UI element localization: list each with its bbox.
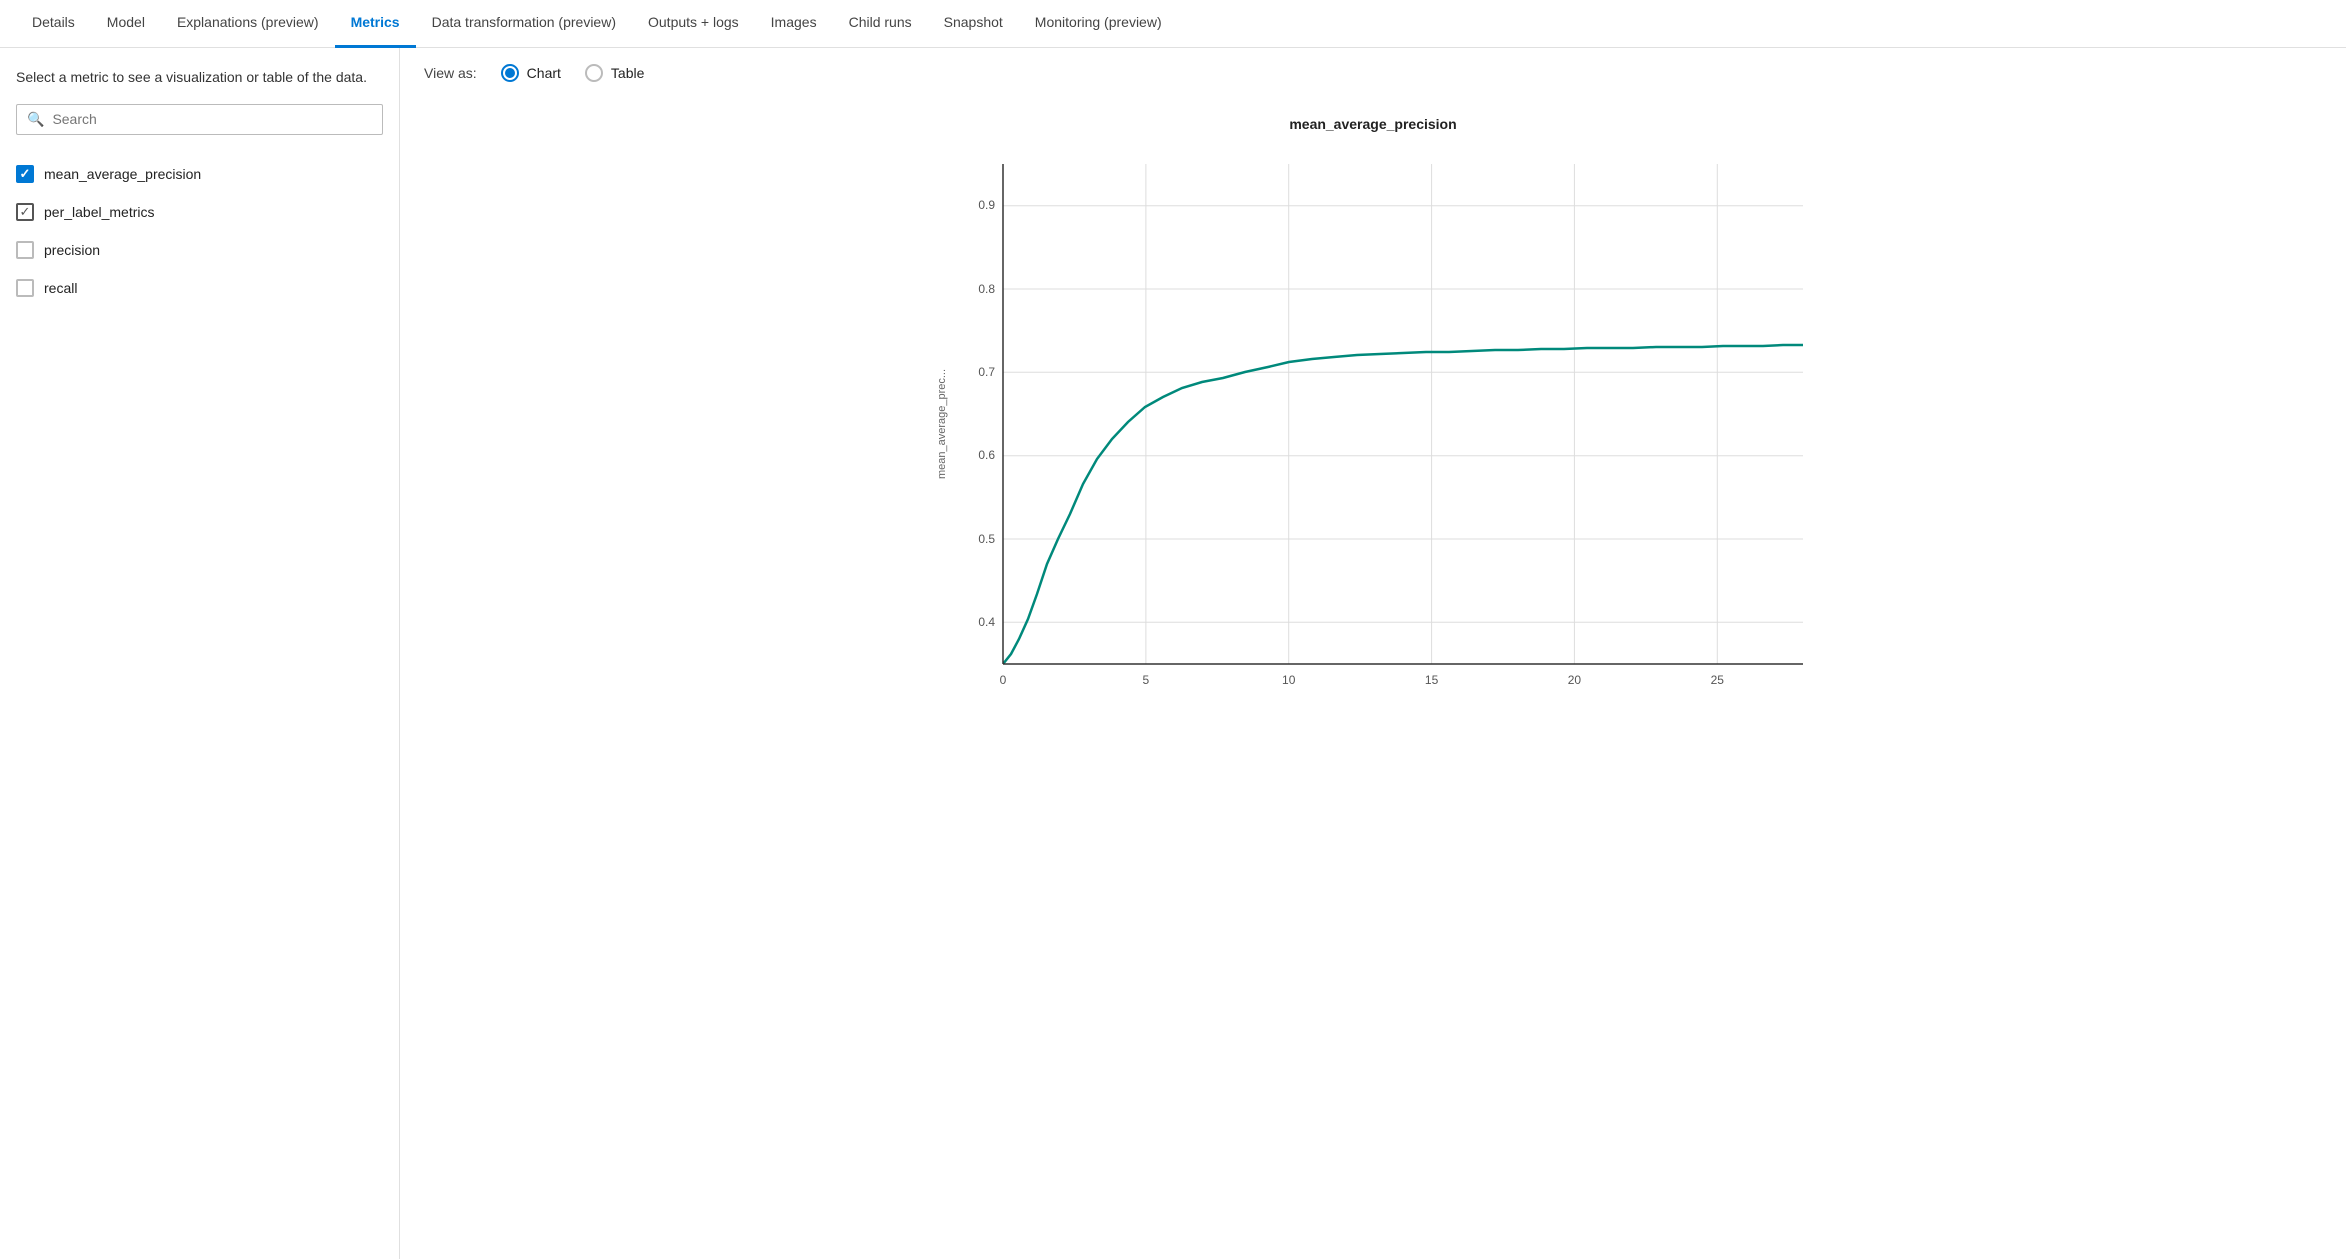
tab-model[interactable]: Model (91, 0, 161, 48)
svg-text:15: 15 (1425, 673, 1439, 687)
panel-description: Select a metric to see a visualization o… (16, 68, 383, 88)
radio-table[interactable]: Table (585, 64, 644, 82)
metric-label-mean-average-precision: mean_average_precision (44, 166, 201, 182)
checkmark-icon: ✓ (20, 166, 31, 182)
svg-text:0.6: 0.6 (978, 448, 995, 462)
svg-text:0.5: 0.5 (978, 532, 995, 546)
metric-item-precision[interactable]: precision (16, 231, 383, 269)
svg-text:0: 0 (1000, 673, 1007, 687)
tab-details[interactable]: Details (16, 0, 91, 48)
top-navigation: Details Model Explanations (preview) Met… (0, 0, 2346, 48)
svg-text:0.4: 0.4 (978, 615, 995, 629)
svg-text:10: 10 (1282, 673, 1296, 687)
tab-snapshot[interactable]: Snapshot (928, 0, 1019, 48)
tab-images[interactable]: Images (755, 0, 833, 48)
tab-metrics[interactable]: Metrics (335, 0, 416, 48)
right-panel: View as: Chart Table mean_average_precis… (400, 48, 2346, 1259)
svg-text:20: 20 (1568, 673, 1582, 687)
svg-text:0.9: 0.9 (978, 198, 995, 212)
svg-text:0.8: 0.8 (978, 282, 995, 296)
search-box[interactable]: 🔍 (16, 104, 383, 135)
radio-circle-table[interactable] (585, 64, 603, 82)
metric-item-per-label-metrics[interactable]: ✓ per_label_metrics (16, 193, 383, 231)
checkbox-precision[interactable] (16, 241, 34, 259)
radio-circle-chart[interactable] (501, 64, 519, 82)
tab-child-runs[interactable]: Child runs (833, 0, 928, 48)
chart-svg: 0.9 0.8 0.7 0.6 0.5 0.4 0 5 10 15 20 25 … (923, 144, 1823, 724)
view-as-label: View as: (424, 65, 477, 81)
chart-title: mean_average_precision (923, 116, 1823, 132)
metric-label-per-label-metrics: per_label_metrics (44, 204, 155, 220)
left-panel: Select a metric to see a visualization o… (0, 48, 400, 1259)
search-input[interactable] (52, 111, 372, 127)
checkbox-mean-average-precision[interactable]: ✓ (16, 165, 34, 183)
metric-item-mean-average-precision[interactable]: ✓ mean_average_precision (16, 155, 383, 193)
tab-monitoring[interactable]: Monitoring (preview) (1019, 0, 1178, 48)
radio-inner-chart (505, 68, 515, 78)
svg-text:25: 25 (1711, 673, 1725, 687)
metric-item-recall[interactable]: recall (16, 269, 383, 307)
radio-label-chart: Chart (527, 65, 561, 81)
tab-explanations[interactable]: Explanations (preview) (161, 0, 335, 48)
chart-container: mean_average_precision (424, 106, 2322, 724)
checkbox-per-label-metrics[interactable]: ✓ (16, 203, 34, 221)
main-layout: Select a metric to see a visualization o… (0, 48, 2346, 1259)
chart-line (1003, 345, 1803, 664)
radio-label-table: Table (611, 65, 644, 81)
tab-outputs-logs[interactable]: Outputs + logs (632, 0, 755, 48)
tab-data-transformation[interactable]: Data transformation (preview) (416, 0, 632, 48)
metric-label-recall: recall (44, 280, 77, 296)
svg-text:0.7: 0.7 (978, 365, 995, 379)
checkmark-icon: ✓ (20, 204, 31, 220)
chart-wrap: mean_average_precision (923, 116, 1823, 724)
svg-text:5: 5 (1143, 673, 1150, 687)
metric-label-precision: precision (44, 242, 100, 258)
view-as-row: View as: Chart Table (424, 64, 2322, 82)
svg-text:mean_average_prec...: mean_average_prec... (936, 369, 948, 479)
search-icon: 🔍 (27, 111, 44, 128)
radio-chart[interactable]: Chart (501, 64, 561, 82)
checkbox-recall[interactable] (16, 279, 34, 297)
